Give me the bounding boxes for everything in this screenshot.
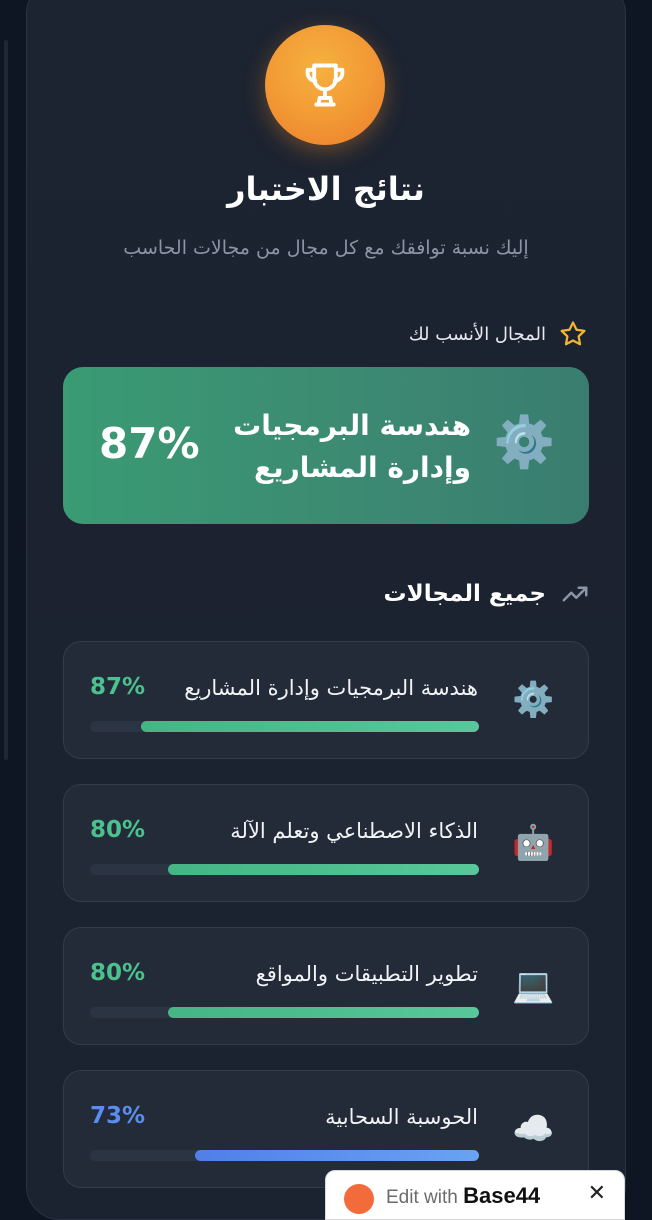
field-percent: 87% — [90, 674, 146, 700]
edit-with-base44-badge[interactable]: Edit with Base44 ✕ — [325, 1170, 625, 1220]
progress-track — [90, 1150, 479, 1161]
progress-track — [90, 864, 479, 875]
field-name: الذكاء الاصطناعي وتعلم الآلة — [230, 819, 478, 843]
base44-logo-icon — [344, 1184, 374, 1214]
best-match-header: المجال الأنسب لك — [409, 316, 588, 352]
cloud-icon: ☁️ — [512, 1109, 555, 1149]
gear-icon: ⚙️ — [493, 413, 556, 471]
trending-up-icon — [562, 586, 588, 602]
badge-brand: Base44 — [463, 1183, 541, 1208]
field-percent: 80% — [90, 960, 146, 986]
page-subtitle: إليك نسبة توافقك مع كل مجال من مجالات ال… — [123, 237, 529, 259]
progress-track — [90, 721, 479, 732]
robot-icon: 🤖 — [512, 823, 555, 863]
star-icon — [560, 321, 586, 346]
all-fields-header: جميع المجالات — [384, 574, 591, 614]
progress-fill — [140, 721, 479, 732]
best-match-card[interactable]: ⚙️ هندسة البرمجيات وإدارة المشاريع 87% — [63, 367, 589, 524]
progress-fill — [167, 1007, 479, 1018]
progress-track — [90, 1007, 479, 1018]
trophy-icon — [305, 63, 345, 107]
progress-fill — [195, 1150, 479, 1161]
field-name: هندسة البرمجيات وإدارة المشاريع — [184, 676, 478, 700]
all-fields-label: جميع المجالات — [383, 581, 547, 607]
page-title: نتائج الاختبار — [227, 170, 425, 208]
field-name: تطوير التطبيقات والمواقع — [255, 962, 478, 986]
badge-prefix: Edit with — [386, 1187, 458, 1208]
field-name: الحوسبة السحابية — [325, 1105, 478, 1129]
field-card[interactable]: ⚙️ هندسة البرمجيات وإدارة المشاريع 87% — [63, 641, 589, 759]
field-percent: 80% — [90, 817, 146, 843]
laptop-icon: 💻 — [512, 966, 555, 1006]
gear-icon: ⚙️ — [512, 680, 555, 720]
trophy-badge — [265, 25, 385, 145]
field-card[interactable]: 🤖 الذكاء الاصطناعي وتعلم الآلة 80% — [63, 784, 589, 902]
field-percent: 73% — [90, 1103, 146, 1129]
best-match-name: هندسة البرمجيات وإدارة المشاريع — [233, 409, 471, 484]
badge-text: Edit with Base44 — [386, 1183, 540, 1209]
field-card[interactable]: 💻 تطوير التطبيقات والمواقع 80% — [63, 927, 589, 1045]
progress-fill — [167, 864, 479, 875]
best-match-percent: 87% — [99, 419, 200, 468]
close-icon[interactable]: ✕ — [588, 1181, 606, 1206]
best-match-label: المجال الأنسب لك — [408, 323, 546, 345]
scroll-edge — [4, 40, 8, 760]
